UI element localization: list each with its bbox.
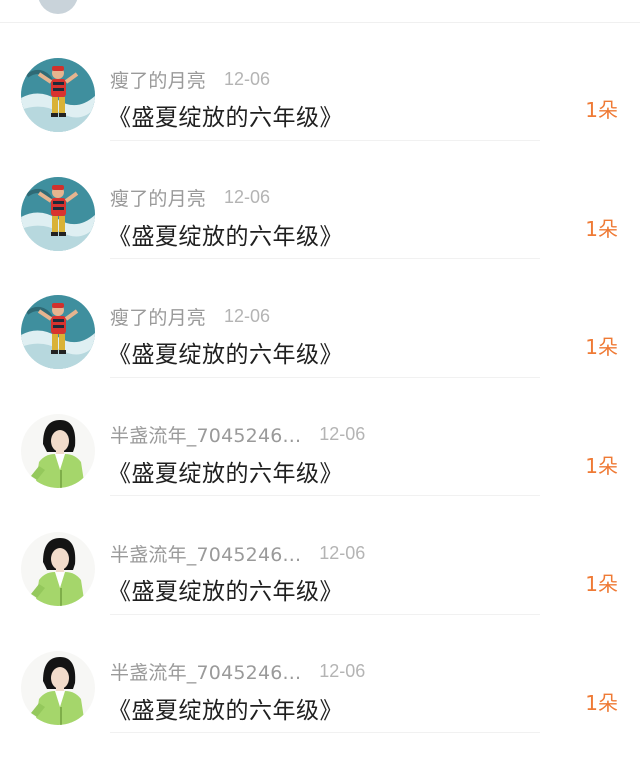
- page: 瘦了的月亮 12-06 《盛夏绽放的六年级》 1朵 瘦了的月亮 12-06 《盛…: [0, 0, 640, 766]
- work-title[interactable]: 《盛夏绽放的六年级》: [108, 572, 343, 606]
- item-meta: 瘦了的月亮 12-06: [110, 66, 270, 92]
- item-date: 12-06: [319, 542, 366, 563]
- item-meta: 瘦了的月亮 12-06: [110, 303, 270, 329]
- item-date: 12-06: [319, 661, 366, 681]
- list-item[interactable]: 半盏流年_7045246... 12-06 《盛夏绽放的六年级》 1朵: [0, 615, 640, 734]
- flower-count: 1朵: [585, 572, 618, 596]
- flower-count: 1朵: [585, 690, 618, 715]
- item-meta: 半盏流年_7045246... 12-06: [110, 659, 365, 685]
- list-item[interactable]: 瘦了的月亮 12-06 《盛夏绽放的六年级》 1朵: [0, 141, 640, 260]
- item-date: 12-06: [319, 424, 366, 444]
- item-meta: 瘦了的月亮 12-06: [110, 185, 270, 211]
- flower-count: 1朵: [585, 216, 618, 241]
- avatar: [38, 0, 78, 14]
- item-date: 12-06: [224, 68, 271, 89]
- list-item[interactable]: 半盏流年_7045246... 12-06 《盛夏绽放的六年级》 1朵: [0, 496, 640, 615]
- user-name[interactable]: 瘦了的月亮: [110, 66, 206, 93]
- avatar-rafting-photo-icon[interactable]: [21, 295, 95, 369]
- user-name[interactable]: 半盏流年_7045246...: [110, 658, 301, 685]
- flower-count: 1朵: [585, 335, 618, 359]
- work-title[interactable]: 《盛夏绽放的六年级》: [108, 98, 343, 132]
- avatar-rafting-photo-icon[interactable]: [21, 58, 95, 132]
- avatar-girl-green-jacket-icon[interactable]: [21, 532, 95, 606]
- item-date: 12-06: [224, 187, 271, 207]
- avatar-rafting-photo-icon[interactable]: [21, 176, 95, 251]
- avatar-girl-green-jacket-icon[interactable]: [21, 650, 95, 725]
- flower-count: 1朵: [585, 98, 618, 122]
- flower-count: 1朵: [585, 453, 618, 478]
- work-title[interactable]: 《盛夏绽放的六年级》: [108, 691, 343, 725]
- item-meta: 半盏流年_7045246... 12-06: [110, 422, 365, 448]
- list-item[interactable]: 瘦了的月亮 12-06 《盛夏绽放的六年级》 1朵: [0, 22, 640, 141]
- flower-record-list: 瘦了的月亮 12-06 《盛夏绽放的六年级》 1朵 瘦了的月亮 12-06 《盛…: [0, 22, 640, 733]
- item-meta: 半盏流年_7045246... 12-06: [110, 540, 365, 566]
- flower-list-card: 瘦了的月亮 12-06 《盛夏绽放的六年级》 1朵 瘦了的月亮 12-06 《盛…: [0, 0, 640, 766]
- user-name[interactable]: 半盏流年_7045246...: [110, 421, 301, 448]
- avatar-girl-green-jacket-icon[interactable]: [21, 413, 95, 488]
- list-item[interactable]: 瘦了的月亮 12-06 《盛夏绽放的六年级》 1朵: [0, 259, 640, 378]
- work-title[interactable]: 《盛夏绽放的六年级》: [108, 217, 343, 251]
- work-title[interactable]: 《盛夏绽放的六年级》: [108, 335, 343, 369]
- user-name[interactable]: 半盏流年_7045246...: [110, 540, 301, 567]
- user-name[interactable]: 瘦了的月亮: [110, 303, 206, 330]
- user-name[interactable]: 瘦了的月亮: [110, 184, 206, 211]
- item-date: 12-06: [224, 305, 271, 326]
- list-item[interactable]: 半盏流年_7045246... 12-06 《盛夏绽放的六年级》 1朵: [0, 378, 640, 497]
- work-title[interactable]: 《盛夏绽放的六年级》: [108, 454, 343, 488]
- list-item-partial: [0, 0, 640, 23]
